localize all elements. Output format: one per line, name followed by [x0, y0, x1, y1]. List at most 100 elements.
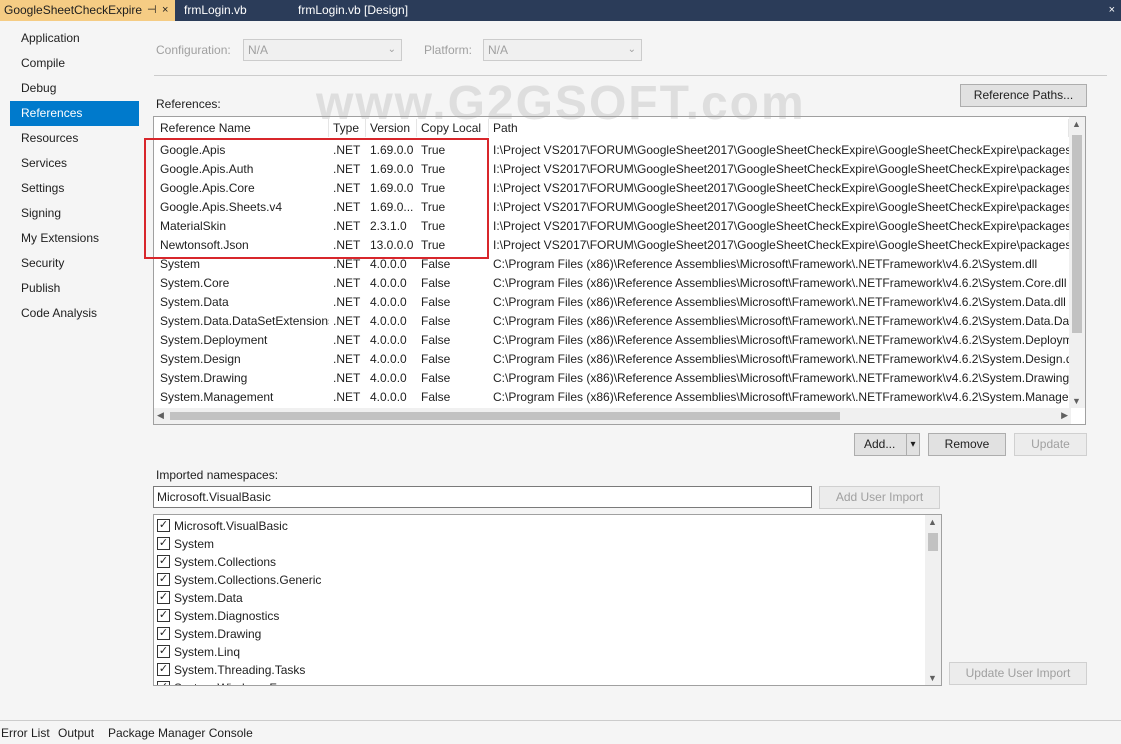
pin-icon[interactable]: ⊣	[147, 0, 157, 21]
table-row[interactable]: System.Design .NET 4.0.0.0 False C:\Program …	[154, 350, 1071, 369]
platform-value: N/A	[488, 43, 509, 57]
table-row[interactable]: Newtonsoft.Json .NET 13.0.0.0 True I:\Projec…	[154, 236, 1071, 255]
add-user-import-button[interactable]: Add User Import	[819, 486, 940, 509]
tab-frmlogin-code[interactable]: frmLogin.vb	[180, 0, 290, 21]
checkbox[interactable]: ✓	[157, 663, 170, 676]
reference-copy-local: False	[421, 390, 451, 404]
nav-item-services[interactable]: Services	[10, 151, 139, 176]
reference-type: .NET	[333, 200, 361, 214]
table-row[interactable]: System.Core .NET 4.0.0.0 False C:\Program Fi…	[154, 274, 1071, 293]
reference-path: I:\Project VS2017\FORUM\GoogleSheet2017\…	[493, 162, 1069, 176]
reference-path: C:\Program Files (x86)\Reference Assembl…	[493, 276, 1067, 290]
nav-item-compile[interactable]: Compile	[10, 51, 139, 76]
output-tab[interactable]: Output	[58, 721, 94, 744]
nav-item-references[interactable]: References	[10, 101, 147, 126]
scroll-thumb[interactable]	[170, 412, 840, 420]
table-row[interactable]: System.Drawing .NET 4.0.0.0 False C:\Program…	[154, 369, 1071, 388]
reference-paths-button[interactable]: Reference Paths...	[960, 84, 1087, 107]
reference-path: I:\Project VS2017\FORUM\GoogleSheet2017\…	[493, 238, 1069, 252]
table-row[interactable]: MaterialSkin .NET 2.3.1.0 True I:\Project VS…	[154, 217, 1071, 236]
references-list[interactable]: Reference Name Type Version Copy Local Path …	[153, 116, 1086, 425]
error-list-tab[interactable]: Error List	[1, 721, 50, 744]
table-row[interactable]: System.Management .NET 4.0.0.0 False C:\Prog…	[154, 388, 1071, 407]
chevron-down-icon[interactable]: ▾	[906, 434, 919, 455]
reference-copy-local: True	[421, 219, 446, 233]
reference-type: .NET	[333, 162, 361, 176]
reference-copy-local: False	[421, 295, 451, 309]
checkbox[interactable]: ✓	[157, 555, 170, 568]
namespace-label: Microsoft.VisualBasic	[174, 519, 288, 533]
reference-path: C:\Program Files (x86)\Reference Assembl…	[493, 257, 1038, 271]
reference-copy-local: True	[421, 238, 446, 252]
chevron-down-icon: ⌄	[387, 44, 396, 55]
table-row[interactable]: Google.Apis .NET 1.69.0.0 True I:\Project VS…	[154, 141, 1071, 160]
namespace-input[interactable]: Microsoft.VisualBasic	[153, 486, 812, 508]
checkbox[interactable]: ✓	[157, 681, 170, 685]
configuration-value: N/A	[248, 43, 269, 57]
reference-version: 1.69.0.0	[370, 162, 414, 176]
reference-version: 2.3.1.0	[370, 219, 407, 233]
reference-type: .NET	[333, 238, 361, 252]
horizontal-scrollbar[interactable]: ◀ ▶	[154, 408, 1071, 424]
remove-button[interactable]: Remove	[928, 433, 1006, 456]
scroll-thumb[interactable]	[928, 533, 938, 551]
add-reference-button[interactable]: Add... ▾	[854, 433, 920, 456]
checkbox[interactable]: ✓	[157, 609, 170, 622]
reference-version: 1.69.0.0	[370, 181, 414, 195]
nav-item-application[interactable]: Application	[10, 26, 139, 51]
nav-item-debug[interactable]: Debug	[10, 76, 139, 101]
reference-type: .NET	[333, 371, 361, 385]
reference-name: System.Design	[160, 352, 241, 366]
table-row[interactable]: System.Data .NET 4.0.0.0 False C:\Program Fi…	[154, 293, 1071, 312]
close-tab-icon[interactable]: ×	[162, 0, 168, 21]
scroll-left-icon[interactable]: ◀	[157, 410, 164, 421]
nav-item-my-extensions[interactable]: My Extensions	[10, 226, 139, 251]
scroll-right-icon[interactable]: ▶	[1061, 410, 1068, 421]
table-row[interactable]: System.Data.DataSetExtensions .NET 4.0.0.0…	[154, 312, 1071, 331]
table-row[interactable]: System.Deployment .NET 4.0.0.0 False C:\Prog…	[154, 331, 1071, 350]
vertical-scrollbar[interactable]: ▲ ▼	[925, 515, 941, 685]
reference-name: System.Drawing	[160, 371, 248, 385]
reference-name: System	[160, 257, 201, 271]
close-icon[interactable]: ×	[1109, 0, 1115, 21]
reference-name: Google.Apis.Auth	[160, 162, 254, 176]
update-button[interactable]: Update	[1014, 433, 1087, 456]
tab-frmlogin-design[interactable]: frmLogin.vb [Design]	[294, 0, 434, 21]
reference-version: 4.0.0.0	[370, 276, 407, 290]
vertical-scrollbar[interactable]: ▲ ▼	[1069, 117, 1085, 408]
table-row[interactable]: Google.Apis.Auth .NET 1.69.0.0 True I:\Proje…	[154, 160, 1071, 179]
table-row[interactable]: Google.Apis.Sheets.v4 .NET 1.69.0... True I:…	[154, 198, 1071, 217]
table-row[interactable]: System .NET 4.0.0.0 False C:\Program Files (…	[154, 255, 1071, 274]
nav-item-signing[interactable]: Signing	[10, 201, 139, 226]
reference-version: 13.0.0.0	[370, 238, 414, 252]
tab-label: frmLogin.vb [Design]	[298, 3, 409, 17]
nav-item-code-analysis[interactable]: Code Analysis	[10, 301, 139, 326]
table-row[interactable]: Google.Apis.Core .NET 1.69.0.0 True I:\Proje…	[154, 179, 1071, 198]
column-header[interactable]: Reference Name	[156, 119, 329, 137]
watermark: www.G2GSOFT.com	[316, 77, 806, 130]
tab-project-properties[interactable]: GoogleSheetCheckExpire ⊣ ×	[0, 0, 175, 21]
scroll-up-icon[interactable]: ▲	[1072, 119, 1081, 129]
checkbox[interactable]: ✓	[157, 537, 170, 550]
nav-item-security[interactable]: Security	[10, 251, 139, 276]
scroll-down-icon[interactable]: ▼	[1072, 396, 1081, 406]
reference-type: .NET	[333, 257, 361, 271]
nav-item-resources[interactable]: Resources	[10, 126, 139, 151]
update-user-import-button[interactable]: Update User Import	[949, 662, 1087, 685]
scroll-down-icon[interactable]: ▼	[928, 673, 937, 683]
checkbox[interactable]: ✓	[157, 627, 170, 640]
scroll-up-icon[interactable]: ▲	[928, 517, 937, 527]
reference-version: 4.0.0.0	[370, 314, 407, 328]
namespace-label: System.Threading.Tasks	[174, 663, 306, 677]
package-manager-console-tab[interactable]: Package Manager Console	[108, 721, 253, 744]
scroll-thumb[interactable]	[1072, 135, 1082, 333]
nav-item-publish[interactable]: Publish	[10, 276, 139, 301]
namespaces-list[interactable]: ✓ Microsoft.VisualBasic ✓ System ✓ System.Col…	[153, 514, 942, 686]
checkbox[interactable]: ✓	[157, 519, 170, 532]
checkbox[interactable]: ✓	[157, 645, 170, 658]
platform-dropdown: N/A ⌄	[483, 39, 642, 61]
checkbox[interactable]: ✓	[157, 573, 170, 586]
checkbox[interactable]: ✓	[157, 591, 170, 604]
nav-item-settings[interactable]: Settings	[10, 176, 139, 201]
reference-name: System.Core	[160, 276, 230, 290]
